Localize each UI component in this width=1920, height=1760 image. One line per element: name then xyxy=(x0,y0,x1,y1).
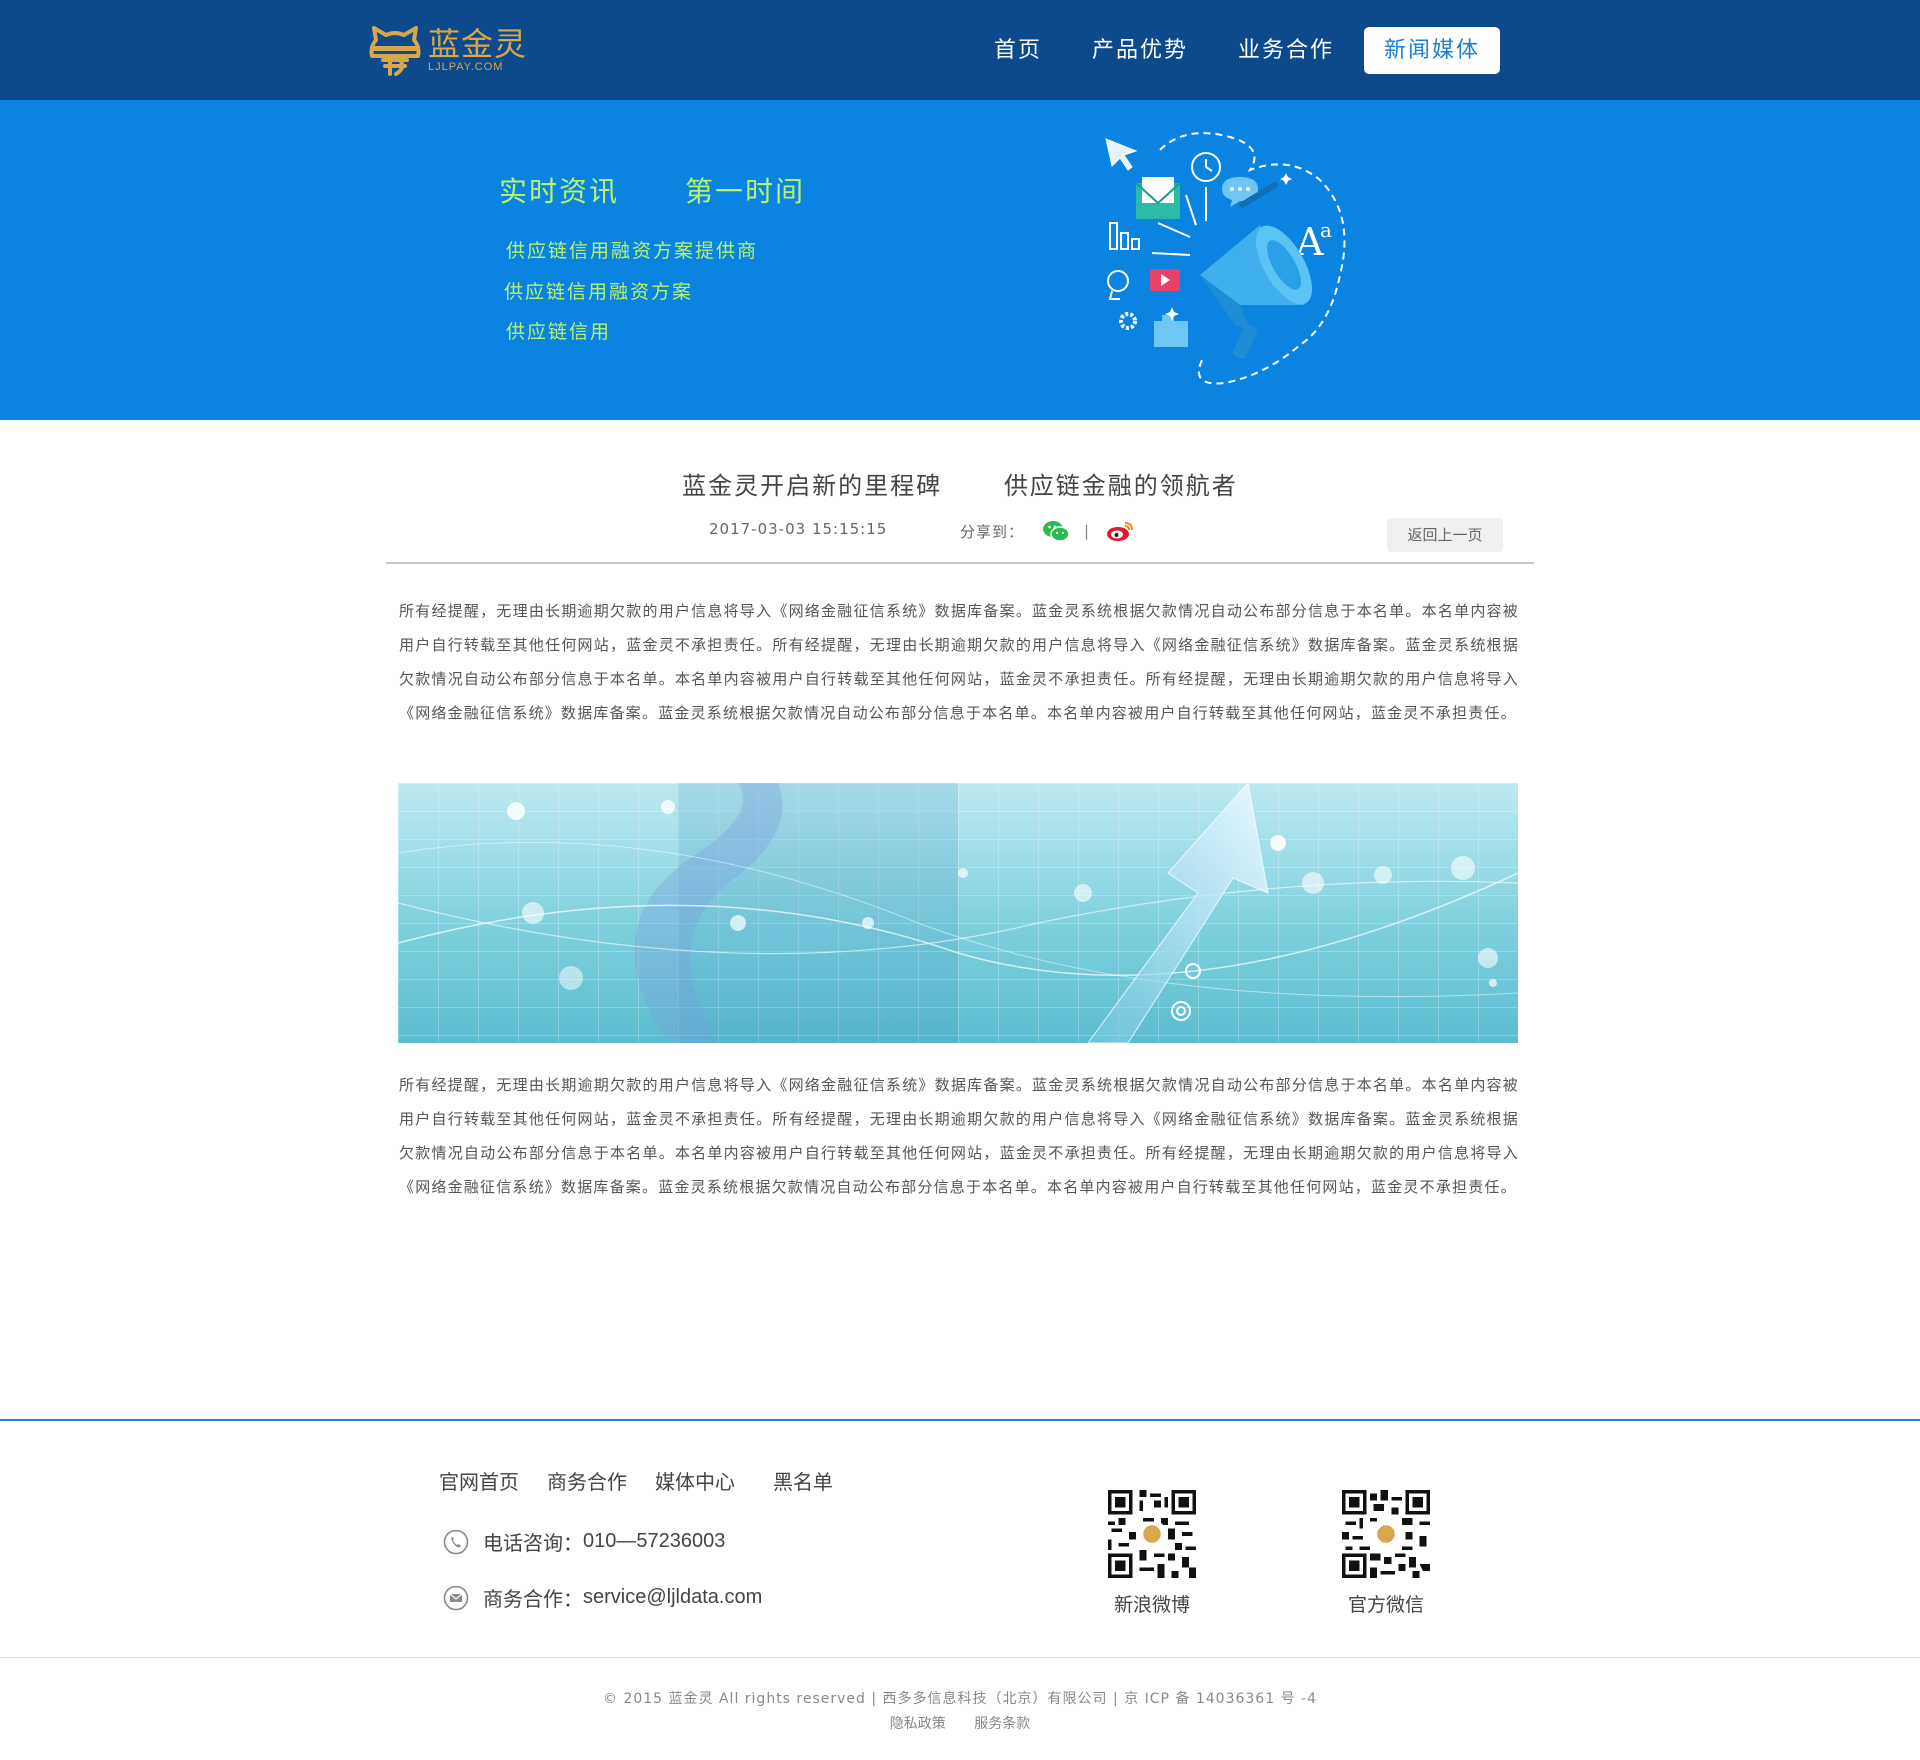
weibo-icon[interactable] xyxy=(1106,520,1134,542)
contact-phone: 电话咨询： 010—57236003 xyxy=(443,1527,725,1556)
site-header: 蓝金灵 LJLPAY.COM 首页 产品优势 业务合作 新闻媒体 xyxy=(0,0,1920,100)
phone-value: 010—57236003 xyxy=(583,1530,726,1552)
banner-line-3: 供应链信用 xyxy=(506,321,612,343)
footer-links: 官网首页 商务合作 媒体中心 黑名单 xyxy=(439,1466,833,1495)
footer-link-business[interactable]: 商务合作 xyxy=(547,1466,627,1495)
svg-text:a: a xyxy=(1320,218,1332,242)
hero-banner: 实时资讯 第一时间 供应链信用融资方案提供商 供应链信用融资方案 供应链信用 A… xyxy=(0,100,1920,420)
logo-name: 蓝金灵 xyxy=(428,25,528,63)
article-title-left: 蓝金灵开启新的里程碑 xyxy=(682,472,943,500)
logo-cat-icon xyxy=(369,26,421,76)
article-paragraph: 所有经提醒，无理由长期逾期欠款的用户信息将导入《网络金融征信系统》数据库备案。蓝… xyxy=(399,1076,1519,1196)
article-title-right: 供应链金融的领航者 xyxy=(1003,472,1238,500)
footer-link-blacklist[interactable]: 黑名单 xyxy=(773,1466,833,1495)
banner-title-right: 第一时间 xyxy=(685,175,806,208)
weibo-qr-block: 新浪微博 xyxy=(1107,1490,1197,1617)
footer-bottom-divider xyxy=(0,1657,1920,1658)
banner-title: 实时资讯 第一时间 xyxy=(499,170,805,210)
footer-rule xyxy=(0,1419,1920,1421)
share-label: 分享到： xyxy=(960,522,1025,541)
package-icon xyxy=(1154,321,1188,347)
article-image-growth-arrow xyxy=(398,783,1518,1043)
megaphone-illustration: A a xyxy=(1105,132,1346,385)
email-label: 商务合作： xyxy=(483,1587,583,1611)
article-divider xyxy=(386,562,1534,564)
share-separator: | xyxy=(1084,522,1091,540)
share-bar: 分享到： | xyxy=(960,520,1134,542)
back-button[interactable]: 返回上一页 xyxy=(1387,518,1503,552)
phone-label: 电话咨询： xyxy=(483,1531,583,1555)
copyright-text: © 2015 蓝金灵 All rights reserved | 西多多信息科技… xyxy=(603,1691,1317,1707)
nav-item-business-cooperation[interactable]: 业务合作 xyxy=(1218,27,1354,74)
banner-title-left: 实时资讯 xyxy=(499,175,620,208)
wechat-qr-block: 官方微信 xyxy=(1341,1490,1431,1617)
article-title: 蓝金灵开启新的里程碑 供应链金融的领航者 xyxy=(0,466,1920,501)
lightbulb-icon xyxy=(1107,270,1129,300)
footer-link-home[interactable]: 官网首页 xyxy=(439,1466,519,1495)
banner-line-1: 供应链信用融资方案提供商 xyxy=(506,240,759,262)
privacy-policy-link[interactable]: 隐私政策 xyxy=(890,1716,946,1732)
main-nav: 首页 产品优势 业务合作 新闻媒体 xyxy=(974,27,1501,74)
legal-links: 隐私政策 服务条款 xyxy=(0,1713,1920,1733)
footer-link-media[interactable]: 媒体中心 xyxy=(655,1466,735,1495)
site-logo[interactable]: 蓝金灵 LJLPAY.COM xyxy=(368,24,527,76)
article-paragraph: 所有经提醒，无理由长期逾期欠款的用户信息将导入《网络金融征信系统》数据库备案。蓝… xyxy=(399,602,1519,722)
contact-email: 商务合作： service@ljldata.com xyxy=(443,1583,762,1612)
megaphone-icon xyxy=(1200,182,1312,360)
nav-item-product-advantages[interactable]: 产品优势 xyxy=(1072,27,1208,74)
weibo-qr-code xyxy=(1108,1490,1196,1578)
gear-icon xyxy=(1119,312,1137,330)
banner-line-2: 供应链信用融资方案 xyxy=(504,281,694,303)
nav-item-news-media[interactable]: 新闻媒体 xyxy=(1364,27,1501,74)
phone-icon xyxy=(443,1529,469,1554)
article-date: 2017-03-03 15:15:15 xyxy=(709,520,888,538)
terms-of-service-link[interactable]: 服务条款 xyxy=(974,1716,1030,1732)
wechat-qr-label: 官方微信 xyxy=(1347,1594,1424,1616)
wechat-qr-code xyxy=(1342,1490,1430,1578)
email-value[interactable]: service@ljldata.com xyxy=(583,1586,762,1609)
nav-item-home[interactable]: 首页 xyxy=(974,27,1062,74)
wechat-icon[interactable] xyxy=(1042,520,1070,542)
logo-domain: LJLPAY.COM xyxy=(428,61,504,73)
cursor-icon xyxy=(1105,138,1138,171)
mail-icon xyxy=(443,1585,469,1610)
chat-bubble-icon xyxy=(1222,177,1258,207)
bar-chart-icon xyxy=(1109,222,1140,250)
weibo-qr-label: 新浪微博 xyxy=(1113,1594,1190,1616)
